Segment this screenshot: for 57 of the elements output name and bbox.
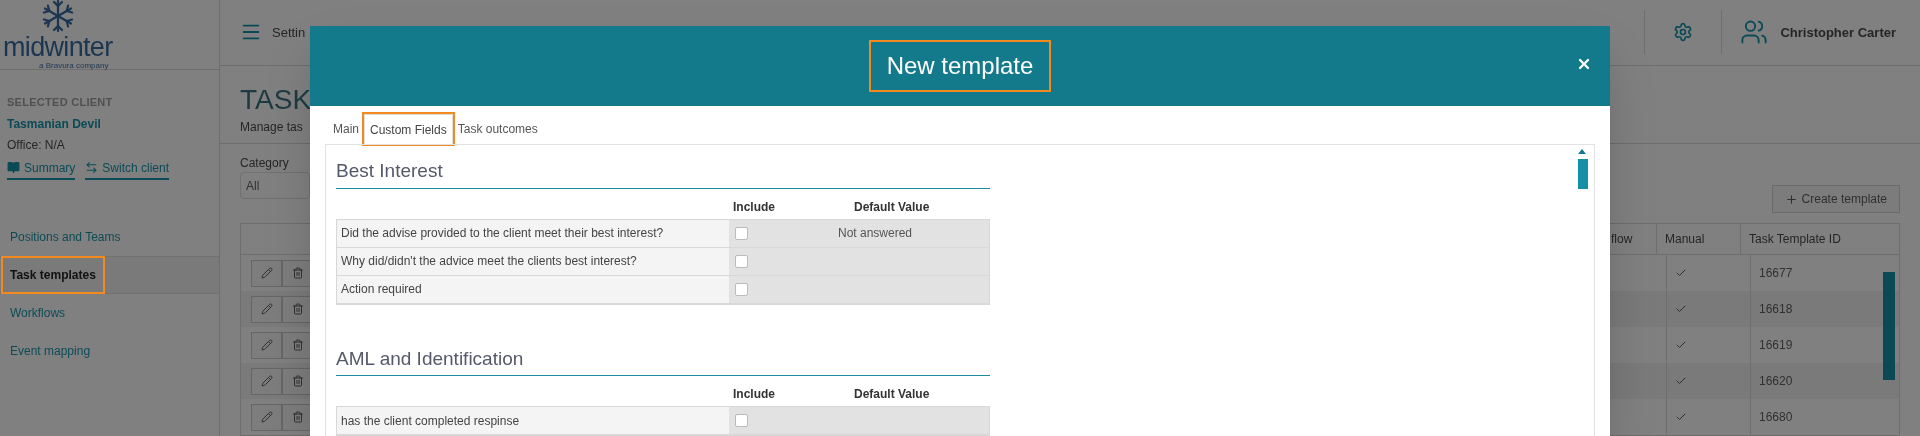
field-label: has the client completed respinse [337,407,729,434]
plus-icon [1784,192,1798,206]
scrollbar-up-arrow[interactable] [1578,149,1586,154]
book-icon [7,161,20,174]
pencil-icon [260,267,273,279]
section-title: AML and Identification [336,344,990,376]
modal-tab[interactable]: Task outcomes [452,114,543,144]
section-title: Best Interest [336,157,990,189]
pencil-icon [260,303,273,315]
logo-wordmark: midwinter [3,32,113,61]
column-header: Default Value [854,198,930,216]
trash-icon [291,339,304,351]
pencil-icon [260,339,273,351]
settings-icon[interactable] [1673,22,1694,43]
trash-icon [291,411,304,423]
column-header: Include [733,386,776,403]
office-text: Office: N/A [7,136,66,154]
include-checkbox[interactable] [735,282,748,296]
client-link[interactable]: Switch client [85,158,170,180]
field-label: Did the advise provided to the client meet their best interest? [337,219,729,247]
modal-tab[interactable]: Main [328,114,364,144]
scrollbar-thumb[interactable] [1578,159,1588,189]
column-header: Task Template ID [1740,224,1884,254]
column-header: flow [1611,231,1634,248]
trash-icon [291,303,304,315]
category-label: Category [240,155,290,172]
field-label: Why did/didn't the advice meet the clients best interest? [337,247,729,275]
sidebar-item[interactable]: Positions and Teams [3,219,128,254]
user-name[interactable]: Christopher Carter [1780,22,1896,43]
trash-icon [291,375,304,387]
modal-tab[interactable]: Custom Fields [364,114,453,144]
pencil-icon [260,375,273,387]
switch-icon [85,161,99,174]
column-header: Default Value [854,386,930,403]
scrollbar-thumb[interactable] [1883,272,1895,380]
column-header: Manual [1656,224,1740,254]
create-template-button[interactable]: Create template [1771,185,1900,213]
default-value: Not answered [838,225,913,242]
column-header: Include [733,198,776,216]
header-title: Settin [272,23,306,42]
modal-title: New template [870,42,1050,90]
sidebar-item[interactable]: Event mapping [3,333,98,368]
field-label: Action required [337,275,729,303]
client-name: Tasmanian Devil [7,115,102,133]
close-icon [1576,56,1592,72]
logo-tagline: a Bravura company [38,60,109,71]
trash-icon [291,267,304,279]
include-checkbox[interactable] [735,414,748,427]
page-title: TASK [240,83,312,116]
include-checkbox[interactable] [735,254,748,268]
table-cell: 16680 [1750,399,1894,435]
page-subtitle: Manage tas [240,118,303,136]
include-checkbox[interactable] [735,226,748,240]
snowflake-logo-icon [40,0,75,33]
pencil-icon [260,411,273,423]
client-link[interactable]: Summary [7,158,76,180]
sidebar-item[interactable]: Workflows [3,295,73,330]
